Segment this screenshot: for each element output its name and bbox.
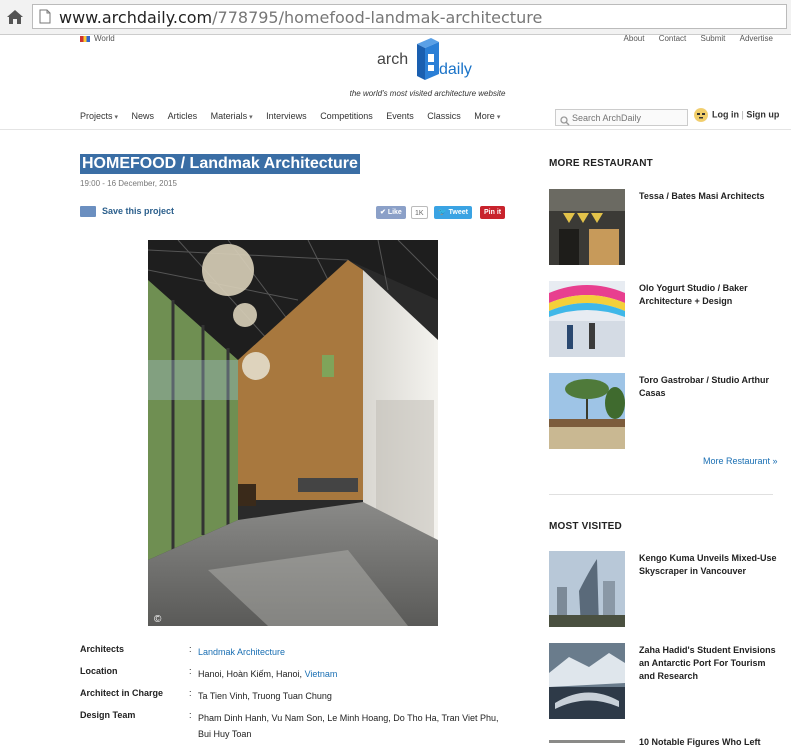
nav-projects[interactable]: Projects — [80, 111, 118, 121]
detail-label: Location — [80, 666, 118, 676]
design-team-value: Pham Dinh Hanh, Vu Nam Son, Le Minh Hoan… — [198, 713, 499, 739]
twitter-bird-icon: 🐦 — [438, 209, 447, 216]
address-bar[interactable]: www.archdaily.com/778795/homefood-landma… — [32, 4, 787, 29]
restaurant-link-2[interactable]: Olo Yogurt Studio / Baker Architecture +… — [639, 282, 779, 308]
restaurant-link-1[interactable]: Tessa / Bates Masi Architects — [639, 190, 779, 203]
thumb-toro-gastrobar[interactable] — [549, 373, 625, 449]
more-restaurant-heading: MORE RESTAURANT — [549, 158, 653, 169]
tweet-button[interactable]: 🐦 Tweet — [434, 206, 472, 219]
most-visited-link-1[interactable]: Kengo Kuma Unveils Mixed-Use Skyscraper … — [639, 552, 779, 578]
url-host: www.archdaily.com — [59, 8, 213, 27]
location-value: Hanoi, Hoàn Kiếm, Hanoi, — [198, 669, 305, 679]
url-text[interactable]: www.archdaily.com/778795/homefood-landma… — [59, 8, 542, 27]
region-selector[interactable]: World — [80, 34, 115, 43]
detail-colon: : — [189, 666, 192, 676]
archdaily-logo[interactable]: arch daily — [377, 34, 477, 86]
detail-label: Architects — [80, 644, 125, 654]
search-box[interactable] — [555, 109, 688, 126]
url-path: /778795/homefood-landmak-architecture — [212, 8, 543, 27]
home-icon[interactable] — [4, 6, 26, 28]
thumb-olo-yogurt[interactable] — [549, 281, 625, 357]
tagline: the world's most visited architecture we… — [349, 89, 506, 98]
top-link-about[interactable]: About — [624, 34, 645, 43]
most-visited-link-2[interactable]: Zaha Hadid's Student Envisions an Antarc… — [639, 644, 779, 683]
folder-icon — [80, 206, 96, 218]
sidebar-divider — [549, 494, 773, 495]
browser-toolbar: www.archdaily.com/778795/homefood-landma… — [0, 0, 791, 35]
nav-competitions[interactable]: Competitions — [320, 111, 373, 121]
pin-label: Pin it — [484, 209, 502, 216]
nav-articles[interactable]: Articles — [168, 111, 198, 121]
article-date: 19:00 - 16 December, 2015 — [80, 179, 177, 188]
logo-cube-icon — [413, 36, 441, 87]
pinterest-button[interactable]: Pin it — [480, 206, 506, 219]
top-link-advertise[interactable]: Advertise — [740, 34, 773, 43]
avatar-icon — [694, 108, 708, 122]
photo-copyright: © — [154, 614, 162, 625]
logo-text-arch: arch — [377, 51, 409, 68]
nav-classics[interactable]: Classics — [427, 111, 461, 121]
top-link-contact[interactable]: Contact — [659, 34, 687, 43]
thumb-notable-figures[interactable] — [549, 735, 625, 743]
architect-in-charge-value: Ta Tien Vinh, Truong Tuan Chung — [198, 691, 332, 701]
main-project-photo[interactable]: © — [148, 240, 438, 626]
architects-link[interactable]: Landmak Architecture — [198, 644, 508, 660]
save-label: Save this project — [102, 206, 175, 216]
nav-more[interactable]: More — [474, 111, 500, 121]
thumb-antarctic-port[interactable] — [549, 643, 625, 719]
signup-link[interactable]: Sign up — [746, 109, 779, 119]
detail-colon: : — [189, 644, 192, 654]
login-separator: | — [741, 109, 744, 120]
article-title: HOMEFOOD / Landmak Architecture — [80, 154, 360, 174]
main-nav: Projects News Articles Materials Intervi… — [80, 111, 511, 121]
nav-news[interactable]: News — [132, 111, 155, 121]
more-restaurant-link[interactable]: More Restaurant » — [703, 456, 778, 466]
page-icon — [39, 9, 51, 29]
nav-events[interactable]: Events — [386, 111, 414, 121]
thumb-kengo-kuma[interactable] — [549, 551, 625, 627]
top-link-submit[interactable]: Submit — [701, 34, 726, 43]
nav-interviews[interactable]: Interviews — [266, 111, 307, 121]
restaurant-link-3[interactable]: Toro Gastrobar / Studio Arthur Casas — [639, 374, 779, 400]
facebook-like-button[interactable]: ✔ Like — [376, 206, 406, 219]
save-project-button[interactable]: Save this project — [80, 206, 175, 218]
like-label: Like — [387, 209, 402, 216]
nav-materials[interactable]: Materials — [211, 111, 253, 121]
detail-label: Architect in Charge — [80, 688, 164, 698]
top-links: About Contact Submit Advertise — [612, 34, 773, 43]
login-link[interactable]: Log in — [712, 109, 739, 119]
world-flag-icon — [80, 35, 90, 42]
region-label: World — [94, 34, 115, 43]
header-divider — [0, 129, 791, 130]
like-count: 1K — [411, 206, 428, 219]
most-visited-heading: MOST VISITED — [549, 521, 622, 532]
thumb-tessa[interactable] — [549, 189, 625, 265]
detail-colon: : — [189, 688, 192, 698]
detail-colon: : — [189, 710, 192, 720]
login-area: Log in | Sign up — [694, 108, 779, 122]
detail-label: Design Team — [80, 710, 136, 720]
country-link[interactable]: Vietnam — [305, 669, 338, 679]
logo-text-daily: daily — [439, 61, 472, 78]
tweet-label: Tweet — [448, 209, 468, 216]
search-input[interactable] — [572, 111, 684, 124]
